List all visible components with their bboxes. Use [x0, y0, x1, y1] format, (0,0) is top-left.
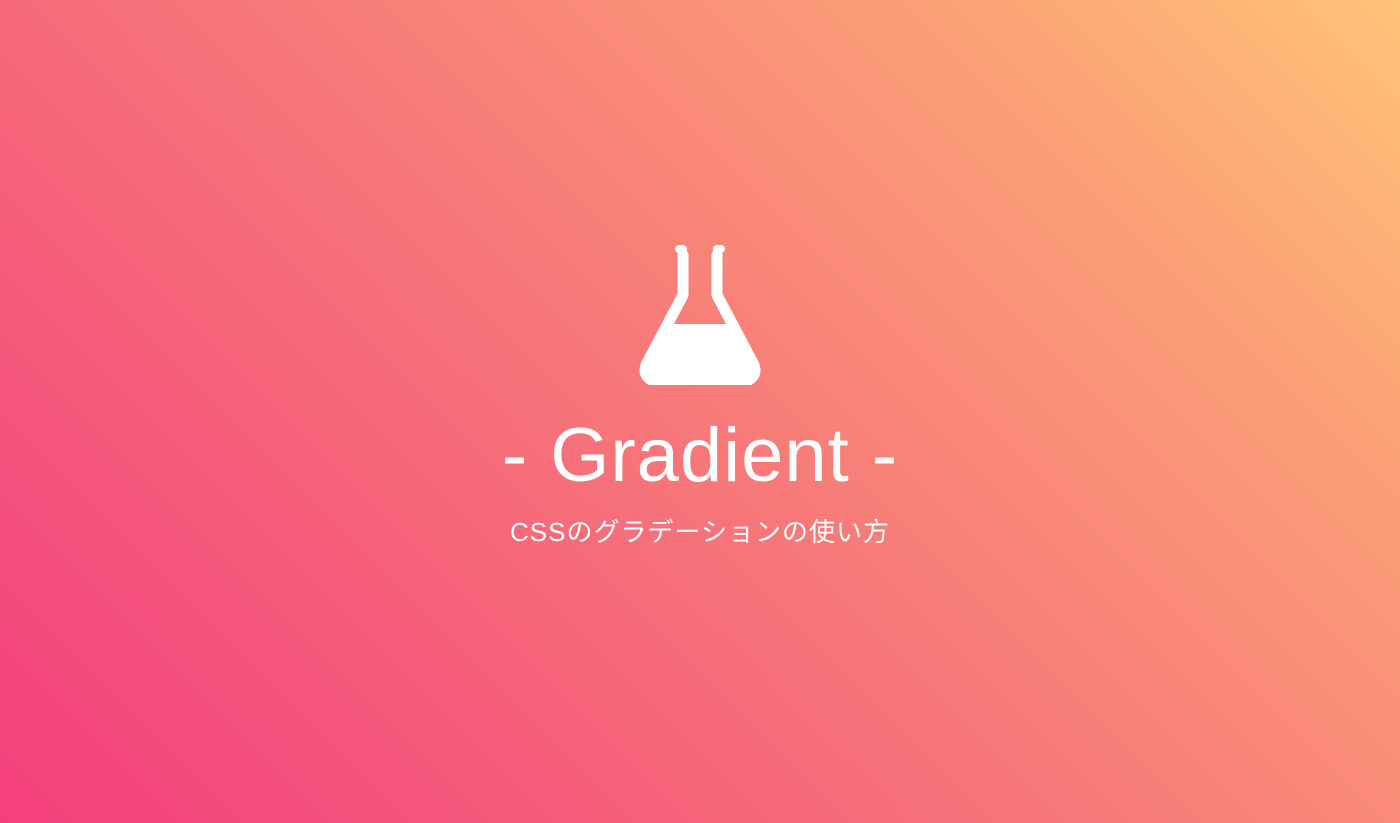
page-title: - Gradient - [502, 418, 898, 494]
hero-content: - Gradient - CSSのグラデーションの使い方 [502, 245, 898, 549]
flask-icon [635, 245, 765, 390]
page-subtitle: CSSのグラデーションの使い方 [510, 512, 890, 549]
